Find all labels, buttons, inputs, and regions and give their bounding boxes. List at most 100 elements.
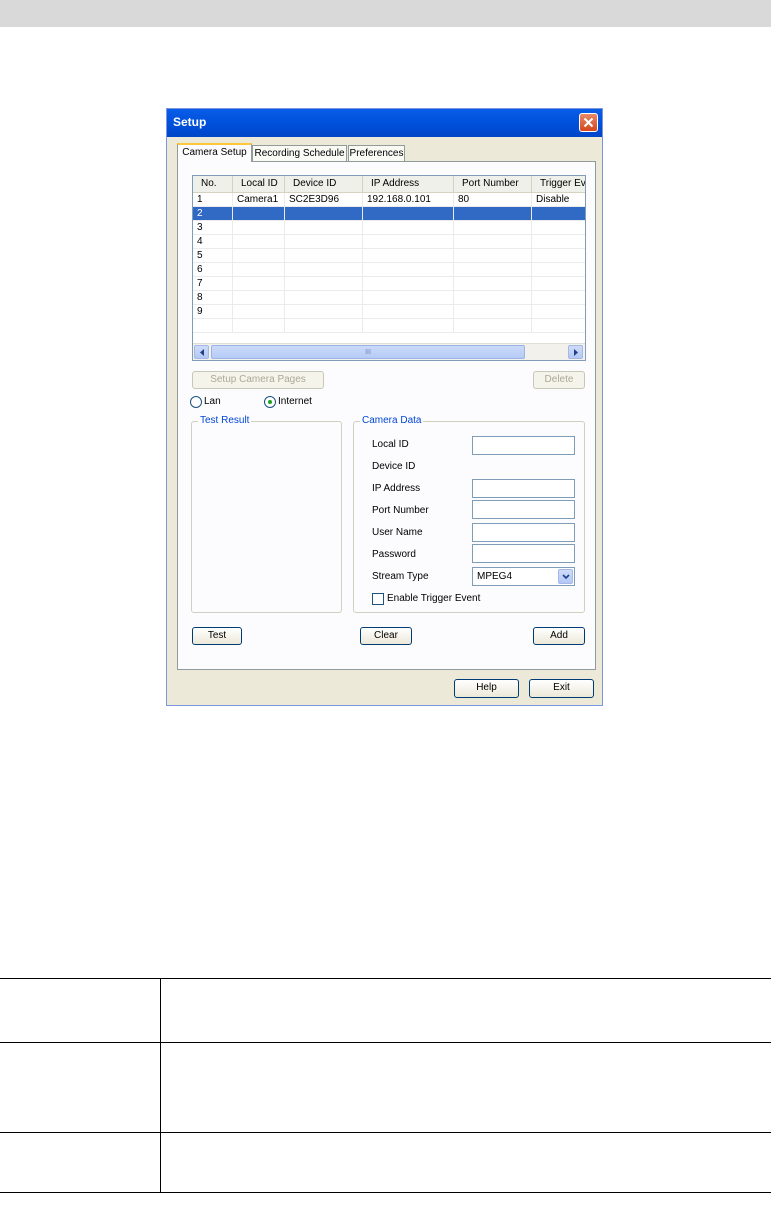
table-cell <box>233 207 285 221</box>
dropdown-button[interactable] <box>558 569 573 584</box>
table-cell <box>285 291 363 305</box>
tab-preferences[interactable]: Preferences <box>348 145 405 161</box>
internet-radio[interactable] <box>264 396 276 408</box>
table-cell <box>233 291 285 305</box>
table-header-rule <box>0 1042 771 1043</box>
table-cell: 9 <box>193 305 233 319</box>
table-cell <box>363 263 454 277</box>
table-row[interactable]: 1 Camera1 SC2E3D96 192.168.0.101 80 Disable <box>193 193 585 207</box>
tab-recording-schedule[interactable]: Recording Schedule <box>252 145 347 161</box>
table-cell <box>193 319 233 333</box>
test-result-group: Test Result <box>191 415 342 613</box>
column-header[interactable]: No. <box>193 176 233 192</box>
table-cell: 192.168.0.101 <box>363 193 454 207</box>
table-row[interactable]: 4 <box>193 235 585 249</box>
horizontal-scrollbar[interactable]: III <box>193 343 585 360</box>
table-row[interactable]: 3 <box>193 221 585 235</box>
device-id-label: Device ID <box>372 461 416 472</box>
port-number-label: Port Number <box>372 505 429 516</box>
table-bottom-rule <box>0 1192 771 1193</box>
table-row[interactable]: 9 <box>193 305 585 319</box>
radio-selected-dot <box>268 400 272 404</box>
table-cell <box>454 263 532 277</box>
table-cell <box>532 291 585 305</box>
stream-type-value: MPEG4 <box>477 571 513 582</box>
scroll-left-button[interactable] <box>194 345 209 359</box>
table-cell <box>532 235 585 249</box>
help-button[interactable]: Help <box>454 679 519 698</box>
table-cell: 5 <box>193 249 233 263</box>
chevron-right-icon <box>573 348 578 356</box>
table-cell: 7 <box>193 277 233 291</box>
scroll-thumb[interactable]: III <box>211 345 525 359</box>
table-cell <box>233 277 285 291</box>
table-row[interactable]: 2 <box>193 207 585 221</box>
camera-setup-panel: No. Local ID Device ID IP Address Port N… <box>177 161 596 670</box>
table-row[interactable]: 7 <box>193 277 585 291</box>
table-cell <box>363 249 454 263</box>
table-cell <box>233 319 285 333</box>
stream-type-label: Stream Type <box>372 571 429 582</box>
internet-label: Internet <box>278 396 312 407</box>
table-cell <box>285 263 363 277</box>
table-row[interactable]: 6 <box>193 263 585 277</box>
close-button[interactable] <box>579 113 598 132</box>
column-header[interactable]: Port Number <box>454 176 532 192</box>
page-header-bar <box>0 0 771 27</box>
tab-camera-setup[interactable]: Camera Setup <box>177 143 252 162</box>
table-cell <box>532 263 585 277</box>
local-id-field[interactable] <box>472 436 575 455</box>
column-header[interactable]: Local ID <box>233 176 285 192</box>
lan-radio[interactable] <box>190 396 202 408</box>
table-cell <box>532 207 585 221</box>
chevron-left-icon <box>199 348 204 356</box>
table-cell <box>363 291 454 305</box>
table-cell <box>233 263 285 277</box>
title-bar[interactable]: Setup <box>167 109 602 137</box>
table-cell <box>454 249 532 263</box>
table-cell <box>532 277 585 291</box>
table-row[interactable]: 5 <box>193 249 585 263</box>
stream-type-select[interactable]: MPEG4 <box>472 567 575 586</box>
scroll-right-button[interactable] <box>568 345 583 359</box>
table-cell: Disable <box>532 193 585 207</box>
add-button[interactable]: Add <box>533 627 585 645</box>
table-cell <box>363 277 454 291</box>
table-row[interactable]: 8 <box>193 291 585 305</box>
column-header[interactable]: IP Address <box>363 176 454 192</box>
port-number-field[interactable] <box>472 500 575 519</box>
window-title: Setup <box>173 115 207 129</box>
camera-list-grid[interactable]: No. Local ID Device ID IP Address Port N… <box>192 175 586 361</box>
column-header[interactable]: Device ID <box>285 176 363 192</box>
table-cell <box>233 305 285 319</box>
table-cell <box>454 207 532 221</box>
user-name-label: User Name <box>372 527 423 538</box>
exit-button[interactable]: Exit <box>529 679 594 698</box>
enable-trigger-checkbox[interactable] <box>372 593 384 605</box>
table-cell: 6 <box>193 263 233 277</box>
table-cell <box>285 207 363 221</box>
test-button[interactable]: Test <box>192 627 242 645</box>
table-cell <box>454 291 532 305</box>
table-cell <box>285 249 363 263</box>
clear-button[interactable]: Clear <box>360 627 412 645</box>
table-cell <box>454 305 532 319</box>
test-result-legend: Test Result <box>198 415 252 427</box>
table-cell: 3 <box>193 221 233 235</box>
delete-button[interactable]: Delete <box>533 371 585 389</box>
setup-camera-pages-button[interactable]: Setup Camera Pages <box>192 371 324 389</box>
column-header[interactable]: Trigger Ev <box>532 176 585 192</box>
ip-address-field[interactable] <box>472 479 575 498</box>
user-name-field[interactable] <box>472 523 575 542</box>
table-cell <box>454 277 532 291</box>
table-cell: 2 <box>193 207 233 221</box>
table-cell <box>285 319 363 333</box>
table-column-divider <box>160 978 161 1192</box>
password-field[interactable] <box>472 544 575 563</box>
table-cell <box>532 305 585 319</box>
table-cell <box>233 249 285 263</box>
grid-header: No. Local ID Device ID IP Address Port N… <box>193 176 585 193</box>
table-cell: 80 <box>454 193 532 207</box>
table-row[interactable] <box>193 319 585 333</box>
table-cell <box>363 305 454 319</box>
